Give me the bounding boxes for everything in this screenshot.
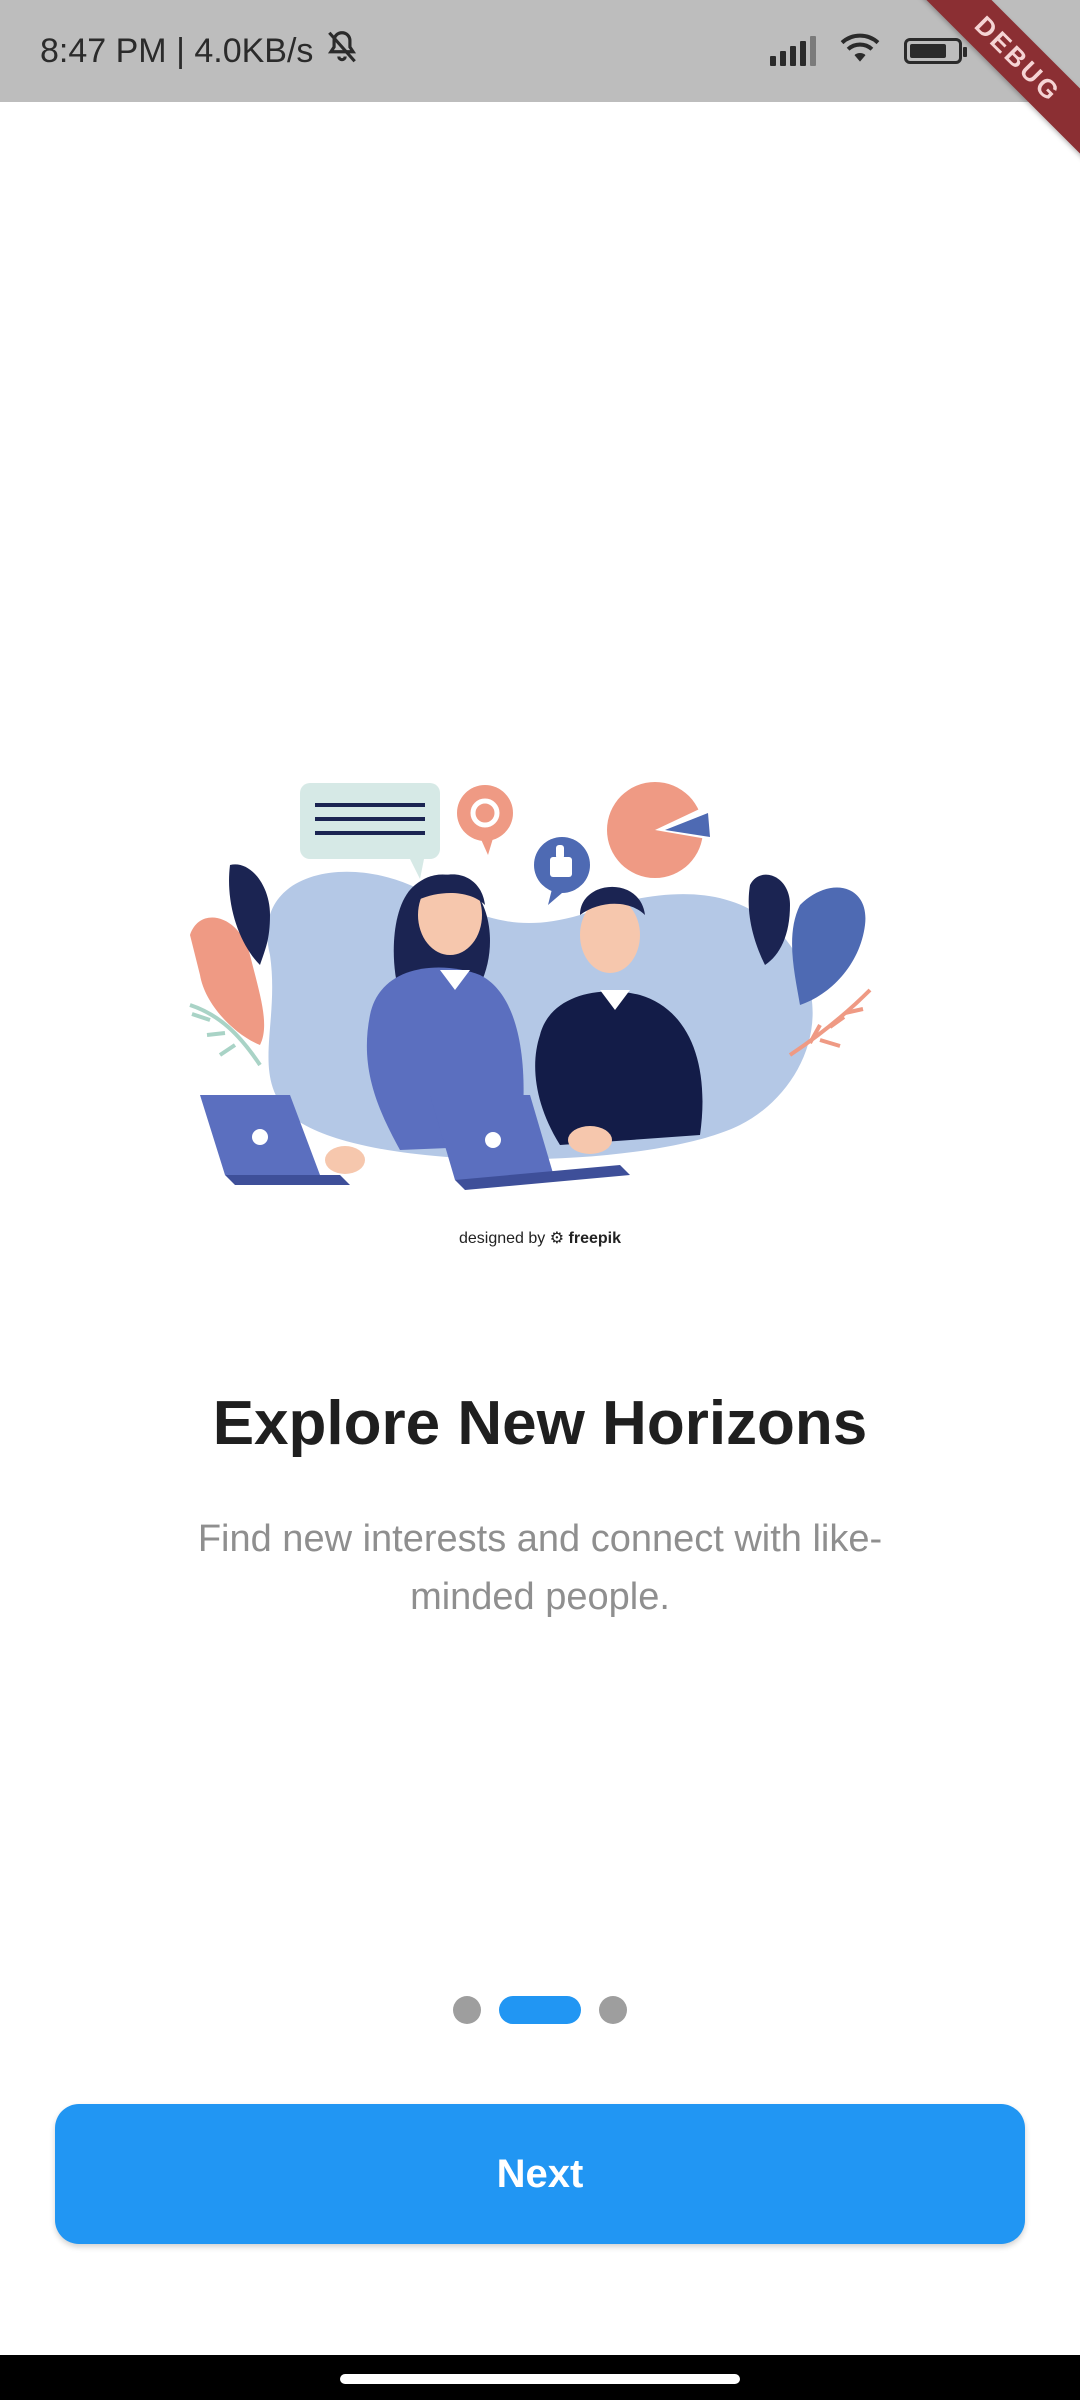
next-button[interactable]: Next [55, 2104, 1025, 2244]
page-dot-2-active[interactable] [499, 1996, 581, 2024]
cellular-signal-icon [770, 36, 817, 66]
freepik-logo-icon: ⚙ [549, 1230, 565, 1247]
home-indicator[interactable] [340, 2374, 740, 2384]
credit-brand: freepik [568, 1230, 621, 1247]
onboarding-illustration [180, 765, 900, 1255]
page-dot-3[interactable] [599, 1996, 627, 2024]
mute-bell-icon [323, 28, 361, 75]
battery-icon [904, 38, 968, 64]
illustration-credit: designed by ⚙ freepik [0, 1228, 1080, 1248]
page-dot-1[interactable] [453, 1996, 481, 2024]
status-bar: 8:47 PM | 4.0KB/s 79 DEBUG [0, 0, 1080, 161]
page-subtitle: Find new interests and connect with like… [197, 1518, 883, 1618]
page-title: Explore New Horizons [212, 1389, 868, 1458]
wifi-icon [838, 30, 882, 72]
status-time-speed: 8:47 PM | 4.0KB/s [40, 31, 314, 70]
status-left: 8:47 PM | 4.0KB/s [40, 0, 361, 102]
credit-prefix: designed by [458, 1230, 546, 1247]
page-indicator [0, 1995, 1080, 2025]
system-navigation-bar [0, 2355, 1080, 2400]
